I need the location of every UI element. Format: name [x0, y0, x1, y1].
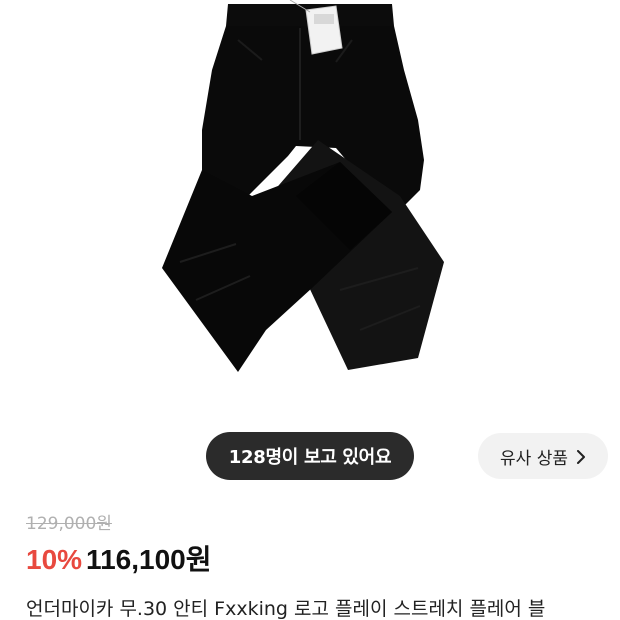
sale-price: 116,100원	[86, 544, 212, 575]
viewers-badge: 128명이 보고 있어요	[206, 432, 414, 480]
price-row: 10% 116,100원	[26, 538, 211, 575]
jeans-image	[162, 0, 444, 372]
similar-products-label: 유사 상품	[500, 448, 568, 469]
chevron-right-icon	[576, 449, 586, 464]
similar-products-button[interactable]: 유사 상품	[478, 433, 608, 479]
original-price: 129,000원	[26, 514, 112, 534]
product-image[interactable]	[0, 0, 620, 420]
viewers-text: 128명이 보고 있어요	[228, 447, 392, 468]
discount-rate: 10%	[26, 544, 83, 575]
product-title: 언더마이카 무.30 안티 Fxxking 로고 플레이 스트레치 플레어 블	[26, 598, 546, 620]
